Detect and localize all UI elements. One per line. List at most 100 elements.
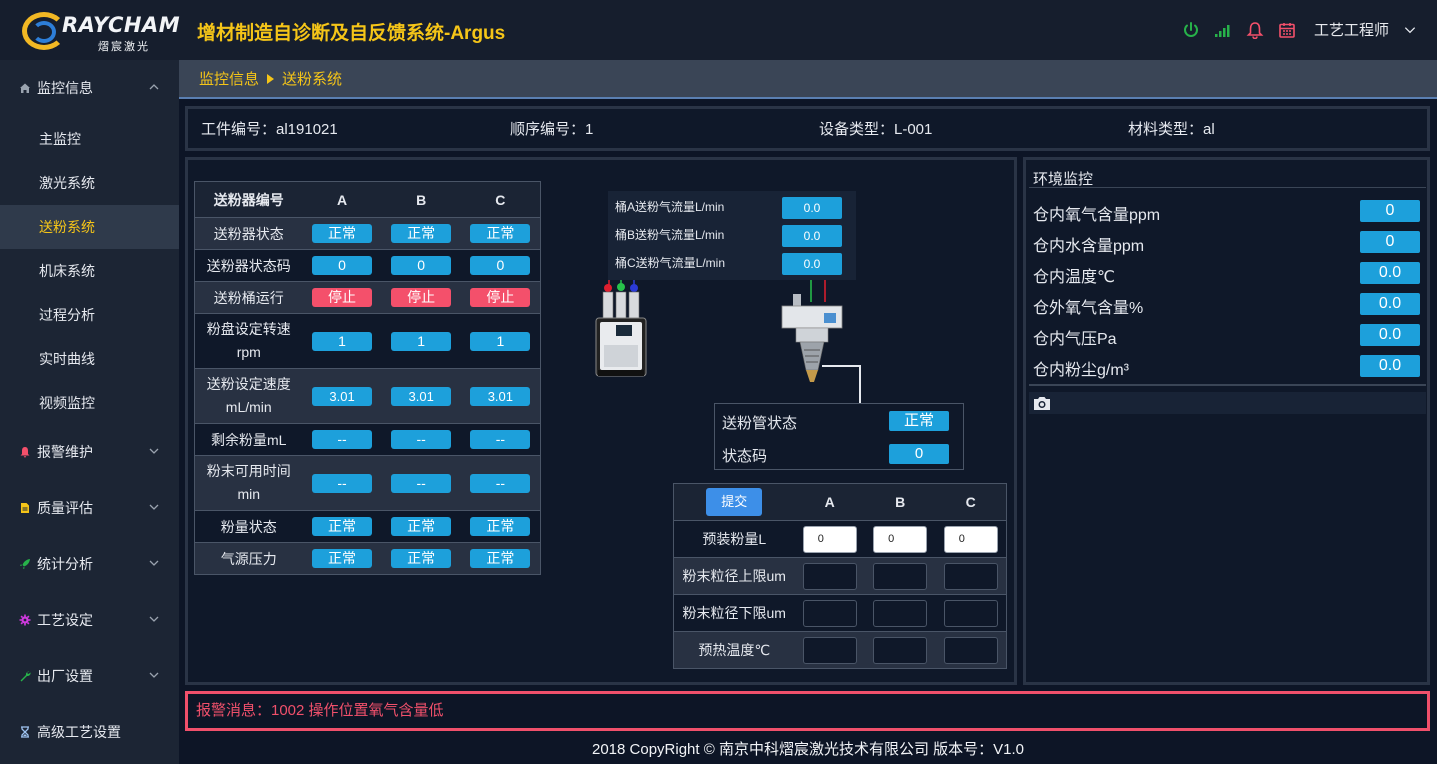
status-badge: 正常 (312, 224, 373, 243)
top-bar: RAYCHAM 熠宸激光 增材制造自诊断及自反馈系统-Argus 工艺工程师 (0, 0, 1437, 60)
sidebar-item-laser[interactable]: 激光系统 (0, 161, 179, 205)
gas-flow-value-c: 0.0 (782, 253, 842, 275)
preheat-b-input[interactable] (873, 636, 928, 664)
status-badge: 正常 (470, 517, 531, 536)
table-row: 预热温度℃ (673, 631, 1007, 669)
user-name[interactable]: 工艺工程师 (1314, 19, 1389, 40)
sidebar-group-factory[interactable]: 出厂设置 (0, 652, 179, 700)
sidebar-item-machine[interactable]: 机床系统 (0, 249, 179, 293)
tube-status-value: 正常 (889, 411, 949, 431)
status-badge: 3.01 (470, 386, 531, 406)
laser-nozzle-icon (781, 280, 861, 404)
sidebar-group-quality[interactable]: 质量评估 (0, 484, 179, 532)
size-min-b-input[interactable] (873, 599, 928, 627)
preheat-a-input[interactable] (802, 636, 857, 664)
row-label: 粉末可用时间min (194, 455, 303, 511)
status-badge: -- (470, 473, 531, 493)
status-badge: -- (312, 473, 373, 493)
preload-c-input[interactable] (943, 525, 998, 553)
status-badge: 正常 (391, 517, 452, 536)
status-badge: -- (312, 430, 373, 449)
status-badge: -- (470, 430, 531, 449)
preheat-c-input[interactable] (943, 636, 998, 664)
sidebar-group-advanced[interactable]: 高级工艺设置 (0, 708, 179, 756)
table-row: 送粉器状态 正常 正常 正常 (194, 217, 541, 250)
submit-button[interactable]: 提交 (706, 488, 763, 516)
table-header: C (460, 181, 541, 218)
logo: RAYCHAM 熠宸激光 (22, 10, 194, 53)
row-label: 送粉设定速度mL/min (194, 368, 303, 424)
size-min-c-input[interactable] (943, 599, 998, 627)
sidebar-item-main-monitor[interactable]: 主监控 (0, 117, 179, 161)
chevron-down-icon[interactable] (1403, 23, 1417, 37)
sidebar-group-alarm[interactable]: 报警维护 (0, 428, 179, 476)
preload-b-input[interactable] (873, 525, 928, 553)
environment-title: 环境监控 (1033, 171, 1094, 188)
env-label: 仓内温度℃ (1033, 269, 1115, 286)
status-badge: 停止 (312, 288, 373, 307)
size-min-a-input[interactable] (802, 599, 857, 627)
status-badge: 正常 (312, 517, 373, 536)
status-badge: 正常 (391, 549, 452, 568)
row-label: 送粉器状态码 (194, 249, 303, 282)
chevron-down-icon (149, 504, 159, 510)
sidebar-group-statistics[interactable]: 统计分析 (0, 540, 179, 588)
preload-a-input[interactable] (802, 525, 857, 553)
sidebar-item-process[interactable]: 过程分析 (0, 293, 179, 337)
sidebar-item-video[interactable]: 视频监控 (0, 381, 179, 425)
bell-icon[interactable] (1246, 21, 1264, 39)
table-header: C (935, 483, 1007, 521)
sidebar-group-label: 工艺设定 (37, 612, 93, 628)
sidebar-item-powder[interactable]: 送粉系统 (0, 205, 179, 249)
caret-right-icon (267, 73, 275, 84)
breadcrumb-parent[interactable]: 监控信息 (199, 68, 259, 89)
status-badge: 正常 (470, 224, 531, 243)
status-badge: 0 (391, 256, 452, 275)
camera-icon[interactable] (1033, 395, 1051, 411)
size-max-c-input[interactable] (943, 562, 998, 590)
table-row: 预装粉量L (673, 520, 1007, 558)
table-row: 气源压力 正常 正常 正常 (194, 542, 541, 575)
table-header: B (864, 483, 936, 521)
chevron-down-icon (149, 560, 159, 566)
status-badge: 正常 (312, 549, 373, 568)
row-label: 气源压力 (194, 542, 303, 575)
size-max-b-input[interactable] (873, 562, 928, 590)
status-badge: 1 (391, 331, 452, 351)
sidebar-group-label: 监控信息 (37, 80, 93, 96)
sidebar-group-monitor[interactable]: 监控信息 (0, 64, 179, 112)
chevron-down-icon (149, 672, 159, 678)
footer-copyright: 2018 CopyRight © 南京中科熠宸激光技术有限公司 版本号：V1.0 (592, 741, 1024, 758)
table-row: 送粉器状态码 0 0 0 (194, 249, 541, 282)
tube-status-label: 送粉管状态 (722, 415, 798, 432)
divider (1029, 384, 1426, 386)
tube-status-box: 送粉管状态 正常 状态码 0 (714, 403, 964, 470)
chevron-up-icon (149, 84, 159, 90)
tube-code-value: 0 (889, 444, 949, 464)
gas-flow-value-b: 0.0 (782, 225, 842, 247)
size-max-a-input[interactable] (802, 562, 857, 590)
gas-flow-value-a: 0.0 (782, 197, 842, 219)
sidebar-item-curve[interactable]: 实时曲线 (0, 337, 179, 381)
chevron-down-icon (149, 448, 159, 454)
status-badge: 0 (470, 256, 531, 275)
sidebar-group-label: 统计分析 (37, 556, 93, 572)
env-label: 仓内水含量ppm (1033, 238, 1145, 255)
status-badge: -- (391, 430, 452, 449)
row-label: 粉盘设定转速rpm (194, 313, 303, 369)
calendar-icon[interactable] (1278, 21, 1296, 39)
bell-icon (18, 445, 32, 459)
env-value: 0.0 (1360, 262, 1420, 284)
camera-strip (1029, 392, 1426, 414)
power-icon[interactable] (1182, 21, 1200, 39)
logo-text: RAYCHAM (62, 13, 181, 37)
table-header-row: 送粉器编号 A B C (194, 181, 541, 218)
table-row: 送粉桶运行 停止 停止 停止 (194, 281, 541, 314)
table-header: A (302, 181, 382, 218)
row-label: 粉量状态 (194, 510, 303, 543)
env-label: 仓内粉尘g/m³ (1033, 362, 1130, 379)
sidebar-group-process-setting[interactable]: 工艺设定 (0, 596, 179, 644)
sidebar: 监控信息 主监控 激光系统 送粉系统 机床系统 过程分析 实时曲线 视频监控 报… (0, 60, 179, 764)
status-badge: -- (391, 473, 452, 493)
signal-icon[interactable] (1214, 21, 1232, 39)
